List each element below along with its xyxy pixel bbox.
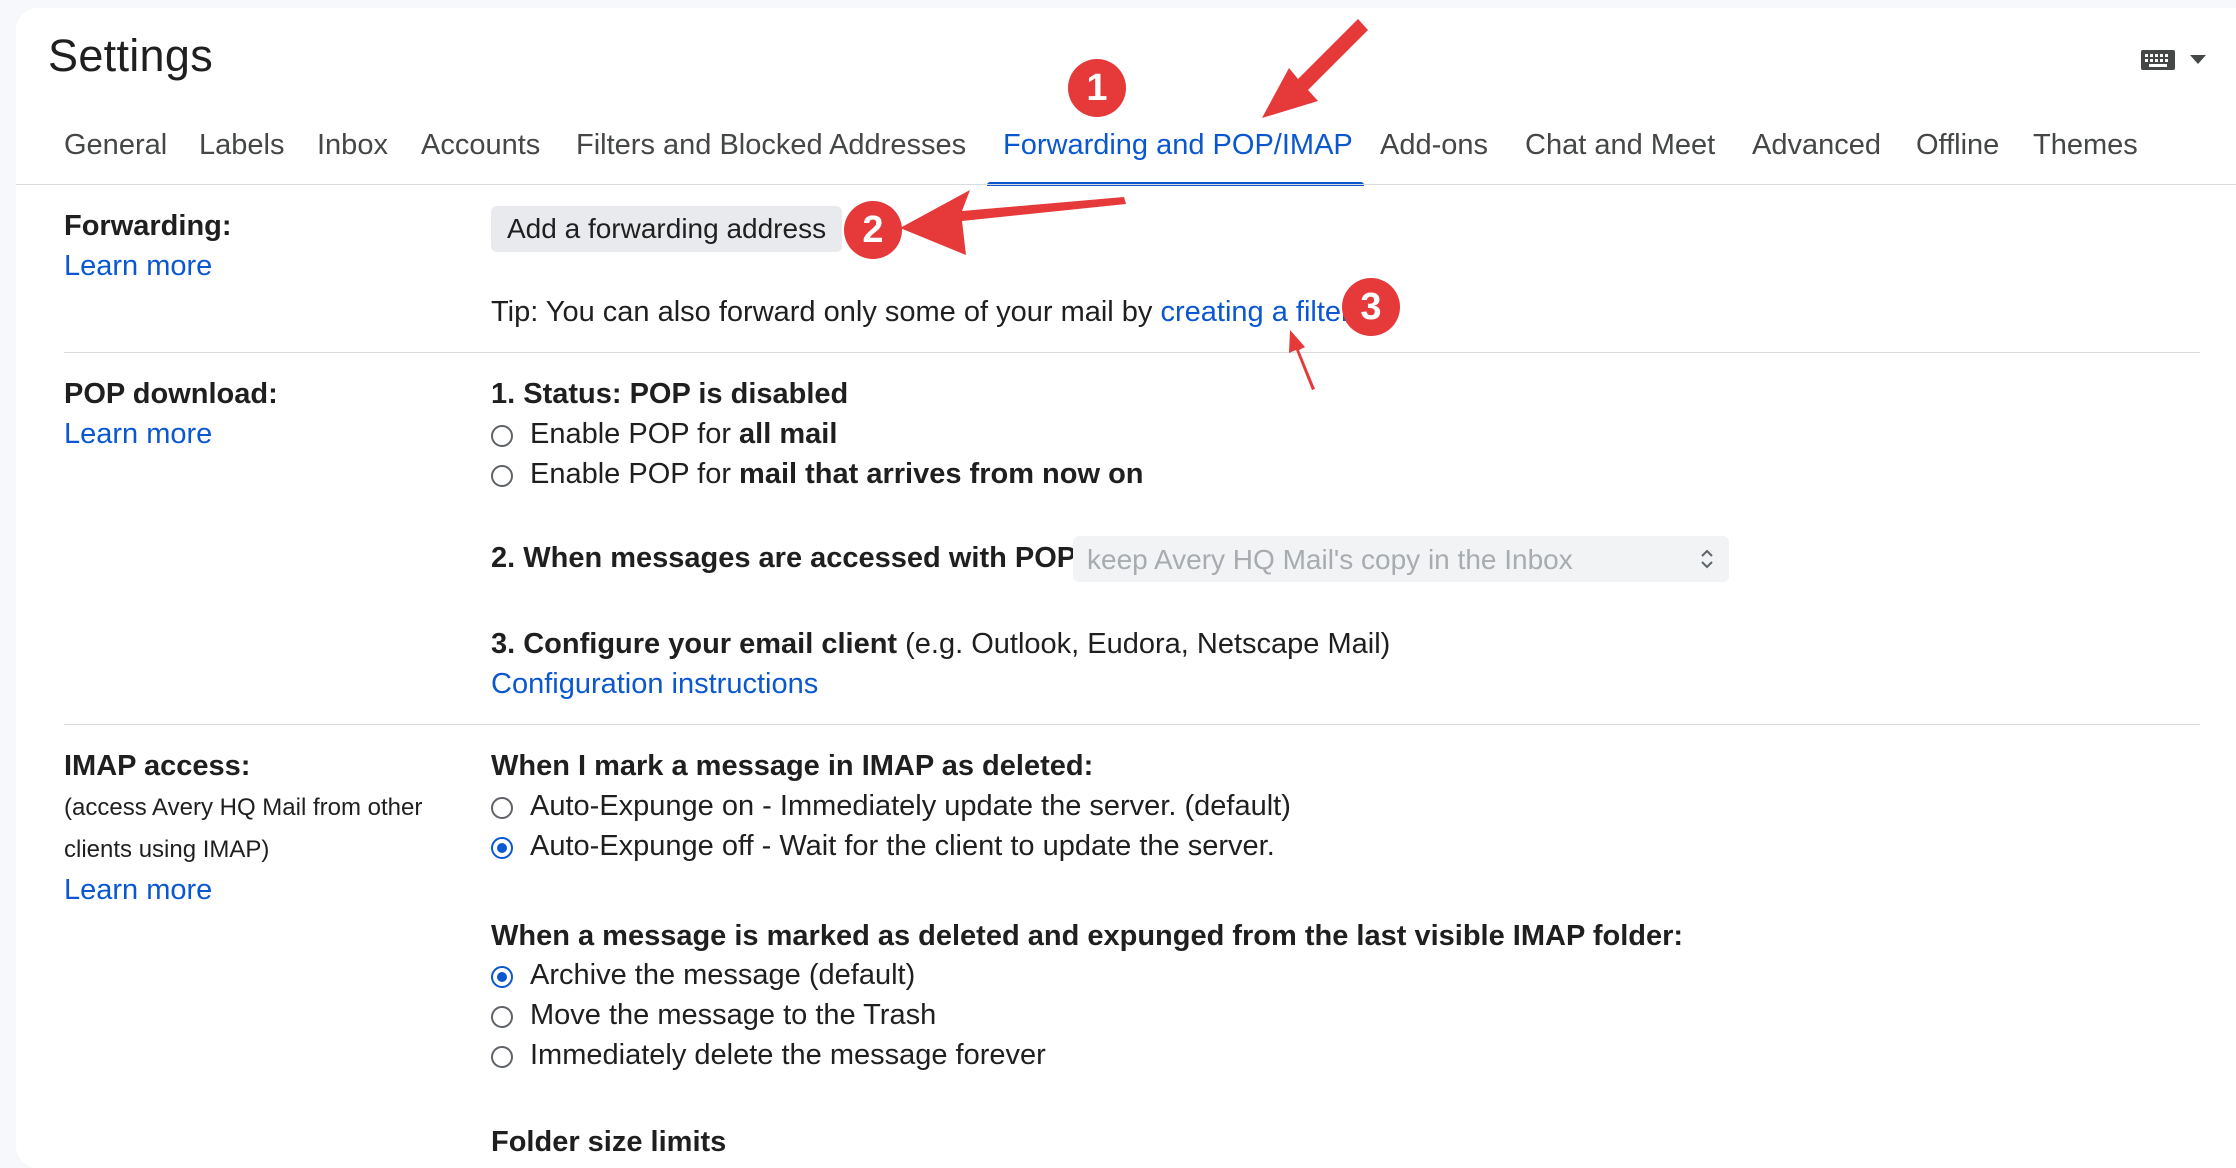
configure-client-text: 3. Configure your email client (e.g. Out… — [491, 628, 1390, 661]
move-to-trash-radio[interactable] — [491, 1006, 513, 1028]
delete-forever-radio[interactable] — [491, 1046, 513, 1068]
tab-add-ons[interactable]: Add-ons — [1364, 118, 1504, 186]
imap-learn-more-link[interactable]: Learn more — [64, 874, 212, 907]
pop-action-select[interactable]: keep Avery HQ Mail's copy in the Inbox — [1073, 536, 1729, 582]
settings-tabs: General Labels Inbox Accounts Filters an… — [48, 118, 2236, 186]
archive-message-label[interactable]: Archive the message (default) — [530, 959, 915, 992]
tab-general[interactable]: General — [48, 118, 183, 186]
annotation-badge-1: 1 — [1068, 59, 1126, 117]
tab-forwarding-pop-imap[interactable]: Forwarding and POP/IMAP — [987, 118, 1364, 186]
forwarding-learn-more-link[interactable]: Learn more — [64, 250, 212, 283]
option-text: Enable POP for — [530, 458, 740, 490]
tabs-divider — [16, 184, 2236, 185]
pop-learn-more-link[interactable]: Learn more — [64, 418, 212, 451]
option-bold: mail that arrives from now on — [739, 458, 1144, 490]
section-divider — [64, 352, 2200, 353]
forwarding-label: Forwarding: — [64, 210, 232, 242]
tab-filters[interactable]: Filters and Blocked Addresses — [560, 118, 982, 186]
tab-accounts[interactable]: Accounts — [405, 118, 556, 186]
tab-advanced[interactable]: Advanced — [1736, 118, 1897, 186]
enable-pop-from-now-radio[interactable] — [491, 465, 513, 487]
pop-download-label: POP download: — [64, 378, 278, 410]
option-text: Enable POP for — [530, 418, 740, 450]
page-title: Settings — [48, 30, 213, 81]
configure-bold: 3. Configure your email client — [491, 628, 898, 660]
forwarding-tip: Tip: You can also forward only some of y… — [491, 296, 1359, 329]
add-forwarding-address-button[interactable]: Add a forwarding address — [491, 206, 843, 252]
tab-offline[interactable]: Offline — [1900, 118, 2015, 186]
archive-message-radio[interactable] — [491, 966, 513, 988]
keyboard-icon[interactable] — [2140, 48, 2176, 72]
delete-forever-label[interactable]: Immediately delete the message forever — [530, 1039, 1046, 1072]
creating-filter-link[interactable]: creating a filter — [1160, 296, 1350, 328]
folder-size-limits-heading: Folder size limits — [491, 1126, 727, 1158]
configuration-instructions-link[interactable]: Configuration instructions — [491, 668, 818, 701]
enable-pop-all-mail-radio[interactable] — [491, 425, 513, 447]
auto-expunge-off-radio[interactable] — [491, 837, 513, 859]
tab-themes[interactable]: Themes — [2017, 118, 2154, 186]
annotation-badge-2: 2 — [844, 201, 902, 259]
select-chevron-icon — [1701, 549, 1713, 569]
enable-pop-from-now-label[interactable]: Enable POP for mail that arrives from no… — [530, 458, 1144, 491]
tab-inbox[interactable]: Inbox — [301, 118, 404, 186]
imap-sub-line1: (access Avery HQ Mail from other — [64, 794, 423, 821]
select-value: keep Avery HQ Mail's copy in the Inbox — [1087, 544, 1573, 575]
tip-text: Tip: You can also forward only some of y… — [491, 296, 1161, 328]
option-bold: all mail — [739, 418, 838, 450]
chevron-down-icon[interactable] — [2190, 55, 2206, 64]
tab-chat-meet[interactable]: Chat and Meet — [1509, 118, 1731, 186]
tab-labels[interactable]: Labels — [183, 118, 300, 186]
section-divider — [64, 724, 2200, 725]
imap-access-label: IMAP access: — [64, 750, 251, 782]
move-to-trash-label[interactable]: Move the message to the Trash — [530, 999, 936, 1032]
imap-sub-line2: clients using IMAP) — [64, 836, 270, 863]
pop-when-accessed-label: 2. When messages are accessed with POP — [491, 542, 1077, 574]
annotation-badge-3: 3 — [1342, 278, 1400, 336]
configure-rest: (e.g. Outlook, Eudora, Netscape Mail) — [897, 628, 1391, 660]
imap-expunged-heading: When a message is marked as deleted and … — [491, 920, 1684, 952]
enable-pop-all-mail-label[interactable]: Enable POP for all mail — [530, 418, 837, 451]
auto-expunge-on-radio[interactable] — [491, 797, 513, 819]
pop-status: 1. Status: POP is disabled — [491, 378, 849, 410]
auto-expunge-off-label[interactable]: Auto-Expunge off - Wait for the client t… — [530, 830, 1275, 863]
auto-expunge-on-label[interactable]: Auto-Expunge on - Immediately update the… — [530, 790, 1291, 823]
imap-deleted-heading: When I mark a message in IMAP as deleted… — [491, 750, 1094, 782]
